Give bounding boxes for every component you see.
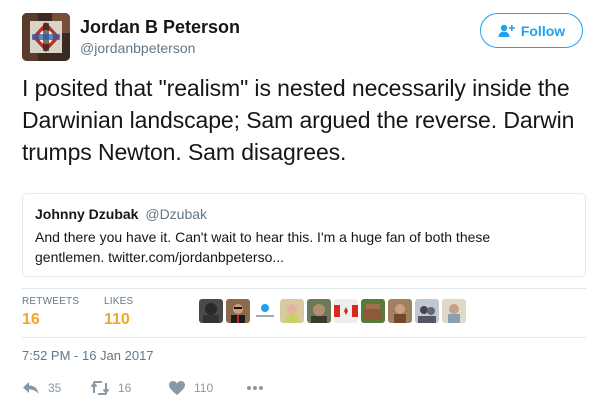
retweets-stat[interactable]: RETWEETS 16 (22, 296, 79, 329)
retweet-button[interactable]: 16 (90, 380, 168, 396)
follow-button[interactable]: Follow (480, 13, 583, 48)
liker-avatar[interactable] (334, 299, 358, 323)
like-count: 110 (194, 381, 214, 395)
quoted-tweet-name: Johnny Dzubak (35, 206, 139, 222)
liker-avatar[interactable] (199, 299, 223, 323)
liker-avatars (199, 299, 466, 323)
more-icon (246, 385, 264, 391)
liker-avatar[interactable] (388, 299, 412, 323)
reply-count: 35 (48, 381, 62, 395)
liker-avatar[interactable] (442, 299, 466, 323)
reply-button[interactable]: 35 (22, 380, 90, 396)
liker-avatar[interactable] (361, 299, 385, 323)
quoted-tweet-header: Johnny Dzubak @Dzubak (35, 206, 573, 222)
liker-avatar[interactable] (415, 299, 439, 323)
likes-stat[interactable]: LIKES 110 (104, 296, 133, 329)
retweets-count: 16 (22, 311, 40, 328)
reply-icon (22, 380, 40, 396)
tweet-text: I posited that "realism" is nested neces… (22, 75, 575, 165)
author-name[interactable]: Jordan B Peterson (80, 17, 240, 38)
tweet-actions: 35 16 110 (22, 378, 264, 398)
like-button[interactable]: 110 (168, 380, 246, 396)
likes-label: LIKES (104, 296, 134, 307)
liker-avatar[interactable] (226, 299, 250, 323)
liker-avatar[interactable] (280, 299, 304, 323)
add-user-icon (498, 24, 515, 38)
quoted-tweet-text: And there you have it. Can't wait to hea… (35, 229, 491, 265)
more-button[interactable] (246, 385, 264, 391)
liker-avatar[interactable] (307, 299, 331, 323)
author-avatar[interactable] (22, 13, 70, 61)
retweet-count: 16 (118, 381, 132, 395)
quoted-tweet[interactable]: Johnny Dzubak @Dzubak And there you have… (22, 193, 586, 277)
follow-button-label: Follow (520, 22, 566, 39)
retweet-icon (90, 380, 110, 396)
quoted-tweet-handle: @Dzubak (145, 206, 208, 222)
author-handle[interactable]: @jordanbpeterson (80, 40, 195, 56)
tweet-timestamp[interactable]: 7:52 PM - 16 Jan 2017 (22, 348, 154, 363)
retweets-label: RETWEETS (22, 296, 80, 307)
heart-icon (168, 380, 186, 396)
tweet-stats: RETWEETS 16 LIKES 110 (22, 288, 586, 338)
likes-count: 110 (104, 311, 130, 328)
liker-avatar[interactable] (253, 299, 277, 323)
